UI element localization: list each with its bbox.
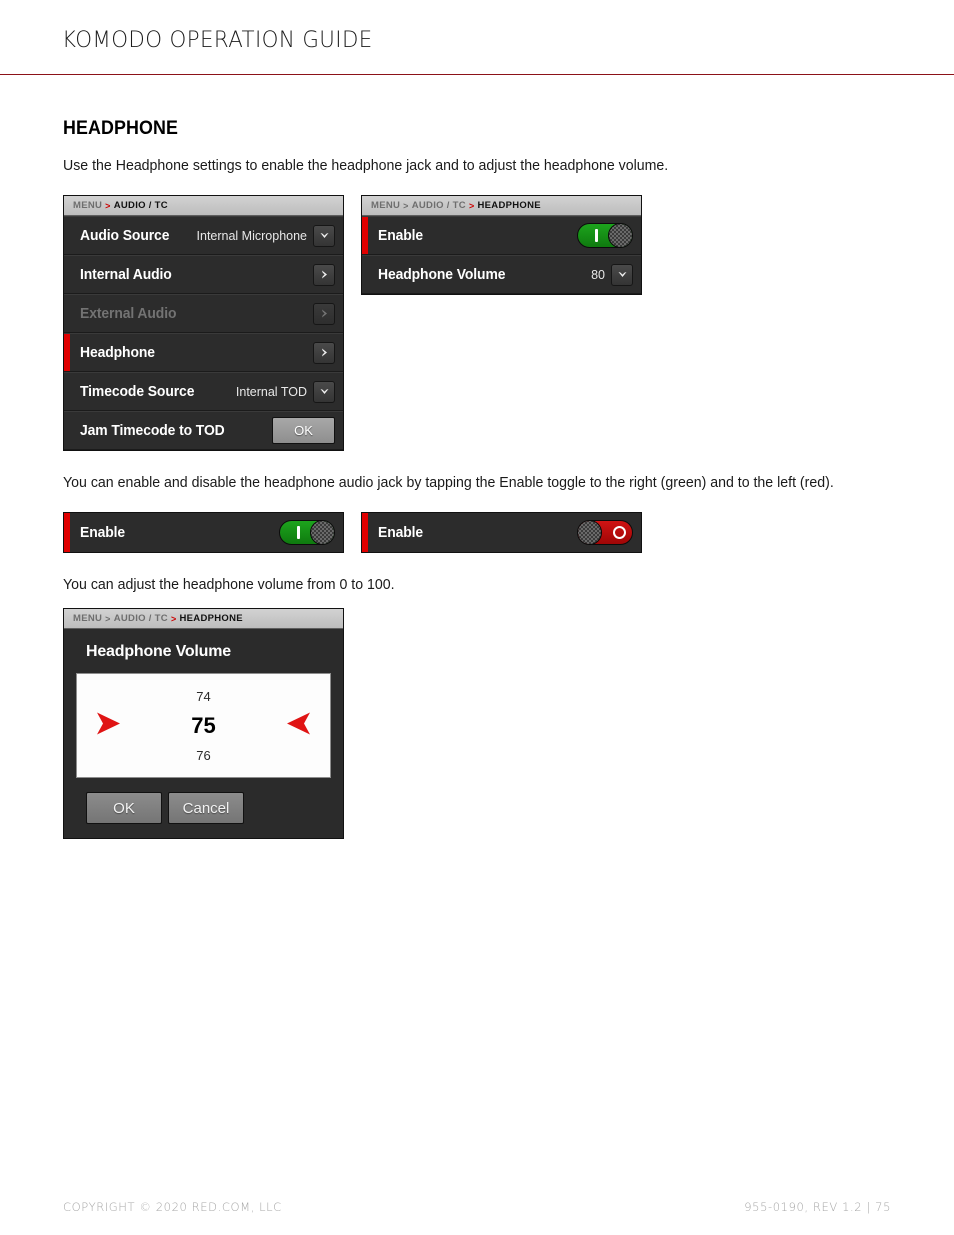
chevron-right-red-icon: > xyxy=(170,613,177,624)
toggle-knob[interactable] xyxy=(578,521,602,544)
toggle-on-glyph xyxy=(297,526,300,539)
page-title: HEADPHONE xyxy=(63,118,178,139)
breadcrumb-current: AUDIO / TC xyxy=(113,200,168,211)
menu-row-headphone-volume[interactable]: Headphone Volume 80 xyxy=(362,255,641,294)
menu-item-value: Internal Microphone xyxy=(196,228,307,243)
menu-item-label: Enable xyxy=(378,227,424,244)
picker-previous-value[interactable]: 74 xyxy=(196,682,210,711)
toggle-on-glyph xyxy=(595,229,598,242)
menu-item-value: 80 xyxy=(591,267,605,282)
headphone-menu-panel: MENU > AUDIO / TC > HEADPHONE Enable Hea… xyxy=(361,195,642,295)
menu-item-label: Internal Audio xyxy=(80,266,172,283)
breadcrumb-root[interactable]: MENU xyxy=(73,200,102,211)
chevron-right-icon[interactable] xyxy=(313,341,335,364)
dialog-title: Headphone Volume xyxy=(86,643,231,660)
document-title: KOMODO OPERATION GUIDE xyxy=(62,28,373,53)
toggle-examples-row: Enable Enable xyxy=(63,512,893,553)
chevron-down-icon[interactable] xyxy=(611,263,633,286)
chevron-right-icon: > xyxy=(105,613,111,624)
menu-item-label: Enable xyxy=(378,524,424,541)
page-footer: COPYRIGHT © 2020 RED.COM, LLC 955-0190, … xyxy=(63,1197,891,1217)
menu-row-external-audio: External Audio xyxy=(64,294,343,333)
decrease-arrow-icon[interactable] xyxy=(283,709,313,742)
volume-paragraph: You can adjust the headphone volume from… xyxy=(63,577,395,593)
enable-on-example-panel: Enable xyxy=(63,512,344,553)
breadcrumb-mid[interactable]: AUDIO / TC xyxy=(412,200,466,211)
toggle-knob[interactable] xyxy=(310,521,334,544)
breadcrumb-root[interactable]: MENU xyxy=(371,200,400,211)
menu-row-internal-audio[interactable]: Internal Audio xyxy=(64,255,343,294)
enable-off-example-panel: Enable xyxy=(361,512,642,553)
menu-item-label: Audio Source xyxy=(80,227,170,244)
footer-copyright: COPYRIGHT © 2020 RED.COM, LLC xyxy=(63,1200,282,1214)
picker-next-value[interactable]: 76 xyxy=(196,741,210,770)
page-header: KOMODO OPERATION GUIDE xyxy=(0,0,954,76)
chevron-right-icon[interactable] xyxy=(313,263,335,286)
dialog-ok-button[interactable]: OK xyxy=(86,792,162,824)
breadcrumb-current: HEADPHONE xyxy=(477,200,541,211)
header-divider xyxy=(0,74,954,75)
main-content: HEADPHONE Use the Headphone settings to … xyxy=(63,118,893,839)
toggle-off-glyph xyxy=(613,526,626,539)
breadcrumb: MENU > AUDIO / TC > HEADPHONE xyxy=(64,609,343,629)
jam-timecode-ok-button[interactable]: OK xyxy=(272,417,335,444)
menu-row-audio-source[interactable]: Audio Source Internal Microphone xyxy=(64,216,343,255)
footer-document-id: 955-0190, REV 1.2 | 75 xyxy=(744,1200,891,1214)
chevron-right-icon xyxy=(313,302,335,325)
breadcrumb-root[interactable]: MENU xyxy=(73,613,102,624)
chevron-down-icon[interactable] xyxy=(313,224,335,247)
chevron-down-icon[interactable] xyxy=(313,380,335,403)
breadcrumb: MENU > AUDIO / TC xyxy=(64,196,343,216)
menu-row-headphone[interactable]: Headphone xyxy=(64,333,343,372)
menu-item-label: Jam Timecode to TOD xyxy=(80,422,225,439)
volume-value-picker[interactable]: 74 75 76 xyxy=(76,673,331,778)
breadcrumb: MENU > AUDIO / TC > HEADPHONE xyxy=(362,196,641,216)
enable-toggle-on[interactable] xyxy=(279,520,335,545)
menu-row-timecode-source[interactable]: Timecode Source Internal TOD xyxy=(64,372,343,411)
chevron-right-icon: > xyxy=(105,200,111,211)
chevron-right-red-icon: > xyxy=(468,200,475,211)
menu-item-label: Headphone xyxy=(80,344,155,361)
breadcrumb-mid[interactable]: AUDIO / TC xyxy=(114,613,168,624)
menu-row-enable[interactable]: Enable xyxy=(362,216,641,255)
menu-panels-row: MENU > AUDIO / TC Audio Source Internal … xyxy=(63,195,893,451)
menu-row-enable-off[interactable]: Enable xyxy=(362,513,641,552)
audio-tc-menu-panel: MENU > AUDIO / TC Audio Source Internal … xyxy=(63,195,344,451)
increase-arrow-icon[interactable] xyxy=(94,709,124,742)
dialog-body: Headphone Volume 74 75 76 OK Cancel xyxy=(64,629,343,838)
dialog-cancel-button[interactable]: Cancel xyxy=(168,792,244,824)
enable-toggle-off[interactable] xyxy=(577,520,633,545)
menu-item-value: Internal TOD xyxy=(235,384,307,399)
intro-paragraph: Use the Headphone settings to enable the… xyxy=(63,158,669,174)
menu-item-label: External Audio xyxy=(80,305,177,322)
headphone-volume-dialog: MENU > AUDIO / TC > HEADPHONE Headphone … xyxy=(63,608,344,839)
volume-dialog-row: MENU > AUDIO / TC > HEADPHONE Headphone … xyxy=(63,608,893,839)
breadcrumb-current: HEADPHONE xyxy=(179,613,243,624)
menu-item-label: Timecode Source xyxy=(80,383,195,400)
menu-row-jam-timecode[interactable]: Jam Timecode to TOD OK xyxy=(64,411,343,450)
menu-item-label: Enable xyxy=(80,524,126,541)
toggle-knob[interactable] xyxy=(608,224,632,247)
menu-row-enable-on[interactable]: Enable xyxy=(64,513,343,552)
enable-toggle[interactable] xyxy=(577,223,633,248)
menu-item-label: Headphone Volume xyxy=(378,266,506,283)
picker-current-value: 75 xyxy=(191,712,216,738)
toggle-paragraph: You can enable and disable the headphone… xyxy=(63,475,834,491)
dialog-button-group: OK Cancel xyxy=(76,792,331,824)
chevron-right-icon: > xyxy=(403,200,409,211)
